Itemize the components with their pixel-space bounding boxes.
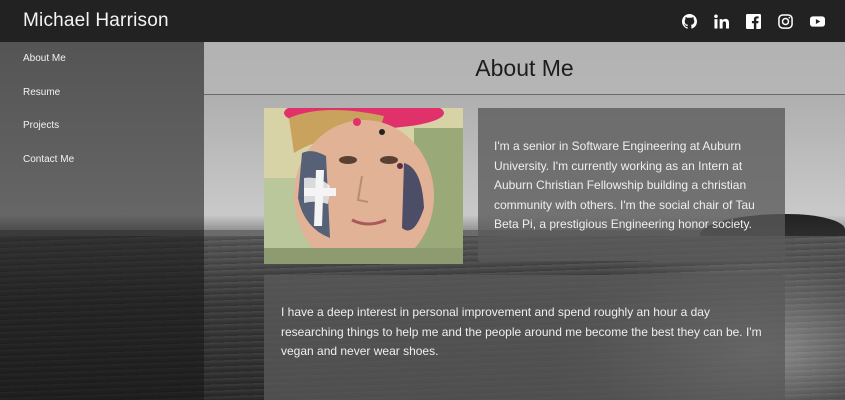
sidebar-nav: About Me Resume Projects Contact Me — [0, 42, 204, 400]
linkedin-link[interactable] — [705, 5, 737, 37]
page-header: About Me — [204, 42, 845, 95]
linkedin-icon — [713, 13, 729, 29]
interests-text: I have a deep interest in personal impro… — [281, 305, 762, 358]
bio-text: I'm a senior in Software Engineering at … — [494, 139, 755, 231]
brand-name[interactable]: Michael Harrison — [23, 10, 169, 32]
sidebar-item-projects[interactable]: Projects — [0, 109, 204, 143]
sidebar-item-about-me[interactable]: About Me — [0, 42, 204, 76]
facebook-icon — [745, 13, 761, 29]
sidebar-item-resume[interactable]: Resume — [0, 76, 204, 110]
page-title: About Me — [475, 54, 574, 81]
youtube-link[interactable] — [801, 5, 833, 37]
github-link[interactable] — [673, 5, 705, 37]
interests-card: I have a deep interest in personal impro… — [264, 275, 785, 400]
sidebar-item-contact-me[interactable]: Contact Me — [0, 143, 204, 177]
facebook-link[interactable] — [737, 5, 769, 37]
profile-photo — [264, 108, 463, 264]
main-content: About Me I'm a senior in Software Engine… — [204, 42, 845, 400]
github-icon — [681, 13, 697, 29]
bio-card: I'm a senior in Software Engineering at … — [478, 108, 785, 261]
profile-photo-illustration — [264, 108, 463, 264]
social-links — [673, 5, 833, 37]
instagram-link[interactable] — [769, 5, 801, 37]
top-navbar: Michael Harrison — [0, 0, 845, 42]
youtube-icon — [809, 14, 825, 29]
instagram-icon — [777, 13, 793, 29]
